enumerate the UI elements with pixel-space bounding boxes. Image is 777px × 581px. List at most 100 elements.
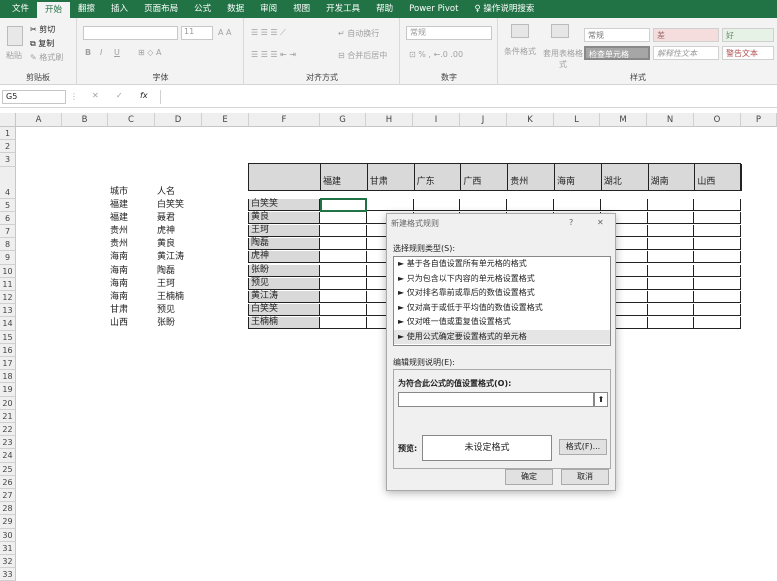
- tab-11[interactable]: Power Pivot: [401, 0, 466, 18]
- row-header-17[interactable]: 17: [0, 357, 16, 371]
- matrix-name-cell[interactable]: 陶磊: [248, 238, 320, 251]
- select-all-corner[interactable]: [0, 113, 16, 127]
- matrix-data-cell[interactable]: [694, 264, 742, 277]
- matrix-header-cell[interactable]: 贵州: [508, 164, 555, 191]
- cut-button[interactable]: ✂ 剪切: [30, 24, 55, 35]
- col-header-A[interactable]: A: [16, 113, 62, 127]
- col-header-N[interactable]: N: [647, 113, 694, 127]
- ok-button[interactable]: 确定: [505, 469, 553, 485]
- matrix-data-cell[interactable]: [647, 211, 695, 224]
- row-header-2[interactable]: 2: [0, 140, 16, 154]
- matrix-data-cell[interactable]: [320, 251, 367, 264]
- row-header-12[interactable]: 12: [0, 291, 16, 305]
- row-header-26[interactable]: 26: [0, 475, 16, 489]
- matrix-name-cell[interactable]: 张盼: [248, 264, 320, 277]
- row-header-8[interactable]: 8: [0, 238, 16, 252]
- matrix-data-cell[interactable]: [554, 198, 601, 211]
- style-check-cell[interactable]: 检查单元格: [584, 46, 650, 60]
- row-header-18[interactable]: 18: [0, 370, 16, 384]
- row-header-25[interactable]: 25: [0, 462, 16, 476]
- tab-7[interactable]: 审阅: [252, 0, 285, 18]
- matrix-data-cell[interactable]: [647, 251, 695, 264]
- function-icon[interactable]: fx: [140, 91, 148, 100]
- col-header-M[interactable]: M: [600, 113, 647, 127]
- matrix-header-cell[interactable]: 湖南: [649, 164, 696, 191]
- tab-1[interactable]: 开始: [37, 0, 71, 18]
- style-normal[interactable]: 常规: [584, 28, 650, 42]
- col-header-F[interactable]: F: [249, 113, 320, 127]
- close-icon[interactable]: ✕: [597, 218, 604, 227]
- tab-0[interactable]: 文件: [4, 0, 37, 18]
- rule-type-list[interactable]: ► 基于各自值设置所有单元格的格式 ► 只为包含以下内容的单元格设置格式 ► 仅对排…: [393, 256, 611, 346]
- matrix-data-cell[interactable]: [647, 291, 695, 303]
- matrix-data-cell[interactable]: [366, 198, 414, 211]
- matrix-data-cell[interactable]: [694, 317, 742, 330]
- italic-button[interactable]: I: [100, 48, 102, 57]
- row-header-11[interactable]: 11: [0, 277, 16, 291]
- matrix-data-cell[interactable]: [320, 317, 367, 330]
- matrix-header-cell[interactable]: 湖北: [602, 164, 649, 191]
- matrix-data-cell[interactable]: [694, 198, 742, 211]
- row-header-1[interactable]: 1: [0, 127, 16, 141]
- grow-font-icon[interactable]: A A: [218, 28, 232, 37]
- matrix-name-cell[interactable]: 黄江涛: [248, 291, 320, 303]
- matrix-header-cell[interactable]: 海南: [555, 164, 602, 191]
- row-header-28[interactable]: 28: [0, 502, 16, 516]
- matrix-data-cell[interactable]: [320, 211, 367, 224]
- rule-type-item[interactable]: ► 仅对排名靠前或靠后的数值设置格式: [394, 286, 610, 301]
- currency-icon[interactable]: ⊡ % , ←.0 .00: [409, 50, 463, 59]
- table-format-button[interactable]: 套用表格格式: [543, 48, 583, 70]
- row-header-7[interactable]: 7: [0, 225, 16, 239]
- matrix-name-cell[interactable]: 预见: [248, 277, 320, 290]
- matrix-data-cell[interactable]: [647, 304, 695, 317]
- row-header-20[interactable]: 20: [0, 396, 16, 410]
- tab-9[interactable]: 开发工具: [318, 0, 368, 18]
- matrix-data-cell[interactable]: [320, 291, 367, 303]
- paste-button[interactable]: 粘贴: [6, 50, 22, 61]
- tab-6[interactable]: 数据: [219, 0, 252, 18]
- matrix-data-cell[interactable]: [647, 277, 695, 290]
- col-header-H[interactable]: H: [366, 113, 413, 127]
- matrix-data-cell[interactable]: [600, 198, 648, 211]
- wrap-text-button[interactable]: ↵ 自动换行: [338, 28, 379, 39]
- col-header-L[interactable]: L: [554, 113, 600, 127]
- matrix-data-cell[interactable]: [647, 317, 695, 330]
- matrix-data-cell[interactable]: [647, 198, 695, 211]
- row-header-23[interactable]: 23: [0, 436, 16, 450]
- matrix-data-cell[interactable]: [694, 211, 742, 224]
- matrix-header-cell[interactable]: 甘肃: [368, 164, 415, 191]
- row-header-16[interactable]: 16: [0, 343, 16, 357]
- matrix-data-cell[interactable]: [694, 238, 742, 251]
- col-header-J[interactable]: J: [460, 113, 507, 127]
- row-header-4[interactable]: 4: [0, 166, 16, 199]
- rule-type-item[interactable]: ► 仅对唯一值或重复值设置格式: [394, 315, 610, 330]
- matrix-data-cell[interactable]: [647, 225, 695, 237]
- matrix-name-cell[interactable]: 王珂: [248, 225, 320, 237]
- rule-type-item[interactable]: ► 只为包含以下内容的单元格设置格式: [394, 272, 610, 287]
- matrix-data-cell[interactable]: [694, 291, 742, 303]
- collapse-dialog-icon[interactable]: ⬆: [594, 392, 608, 407]
- matrix-name-cell[interactable]: 黄良: [248, 211, 320, 224]
- col-header-D[interactable]: D: [155, 113, 202, 127]
- tab-3[interactable]: 插入: [103, 0, 136, 18]
- row-header-24[interactable]: 24: [0, 449, 16, 463]
- matrix-data-cell[interactable]: [320, 264, 367, 277]
- tab-4[interactable]: 页面布局: [136, 0, 186, 18]
- row-header-15[interactable]: 15: [0, 330, 16, 344]
- matrix-name-cell[interactable]: 白笑笑: [248, 198, 320, 211]
- cond-format-button[interactable]: 条件格式: [504, 46, 536, 57]
- matrix-data-cell[interactable]: [413, 198, 461, 211]
- row-header-29[interactable]: 29: [0, 515, 16, 529]
- matrix-name-cell[interactable]: 王楠楠: [248, 317, 320, 330]
- enter-icon[interactable]: ✓: [116, 91, 123, 100]
- font-size-combo[interactable]: 11: [181, 26, 213, 40]
- matrix-data-cell[interactable]: [694, 225, 742, 237]
- underline-button[interactable]: U: [114, 48, 120, 57]
- col-header-C[interactable]: C: [108, 113, 155, 127]
- formula-field[interactable]: [398, 392, 594, 407]
- row-header-27[interactable]: 27: [0, 489, 16, 503]
- rule-type-item[interactable]: ► 使用公式确定要设置格式的单元格: [394, 329, 610, 344]
- row-header-3[interactable]: 3: [0, 153, 16, 167]
- paste-icon[interactable]: [7, 26, 23, 46]
- style-warning[interactable]: 警告文本: [722, 46, 774, 60]
